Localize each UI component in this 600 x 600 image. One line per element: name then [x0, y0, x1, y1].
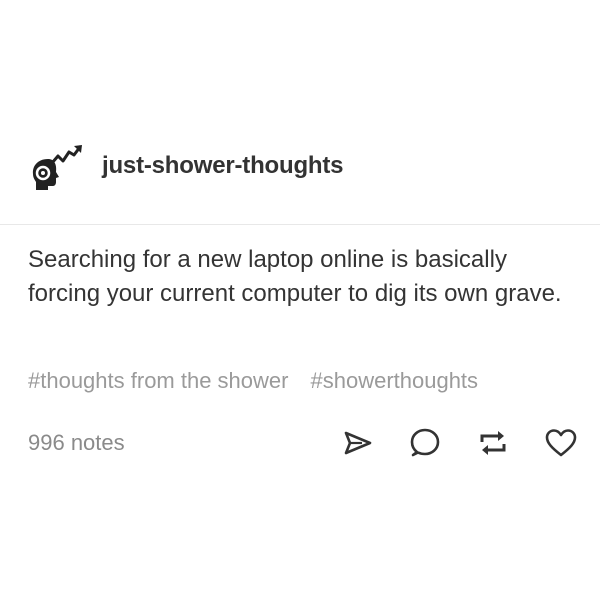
- notes-count[interactable]: 996 notes: [28, 430, 125, 456]
- tag-thoughts-from-the-shower[interactable]: #thoughts from the shower: [28, 368, 288, 394]
- post-tags: #thoughts from the shower #showerthought…: [28, 368, 500, 394]
- share-icon[interactable]: [340, 426, 374, 460]
- tag-showerthoughts[interactable]: #showerthoughts: [310, 368, 478, 394]
- blog-username[interactable]: just-shower-thoughts: [102, 152, 344, 180]
- post-body-text: Searching for a new laptop online is bas…: [28, 246, 562, 307]
- reblog-icon[interactable]: [476, 426, 510, 460]
- post-footer: 996 notes: [28, 423, 578, 463]
- header-divider: [0, 224, 600, 225]
- post-actions: [306, 426, 578, 460]
- reply-icon[interactable]: [408, 426, 442, 460]
- tumblr-post: just-shower-thoughts Searching for a new…: [0, 0, 600, 600]
- like-icon[interactable]: [544, 426, 578, 460]
- post-header: just-shower-thoughts: [28, 138, 344, 198]
- blog-avatar-icon[interactable]: [28, 143, 84, 193]
